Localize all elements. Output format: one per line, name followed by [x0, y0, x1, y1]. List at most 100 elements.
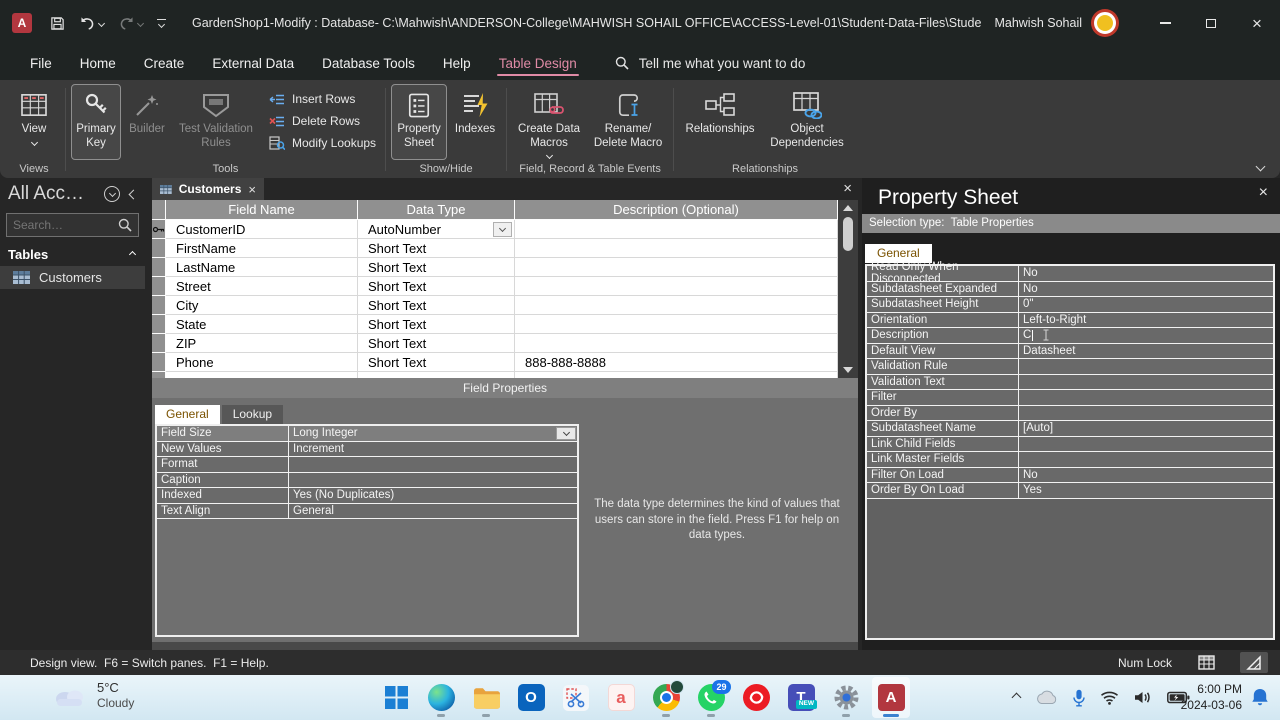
- field-name-cell[interactable]: LastName: [166, 258, 358, 277]
- close-document-button[interactable]: ×: [843, 180, 852, 197]
- view-button[interactable]: View: [8, 84, 60, 160]
- chrome-taskbar-button[interactable]: [647, 677, 685, 718]
- property-value[interactable]: [1019, 375, 1273, 390]
- tab-customers[interactable]: Customers ×: [152, 178, 264, 200]
- property-value[interactable]: Yes: [1019, 483, 1273, 499]
- data-type-cell[interactable]: Short Text: [358, 258, 515, 277]
- description-cell[interactable]: [515, 239, 838, 258]
- edge-taskbar-button[interactable]: [422, 677, 460, 718]
- close-tab-icon[interactable]: ×: [248, 182, 256, 197]
- row-selector[interactable]: [152, 220, 166, 239]
- data-type-cell[interactable]: Short Text: [358, 296, 515, 315]
- data-type-cell[interactable]: Short Text: [358, 277, 515, 296]
- property-label[interactable]: Validation Rule: [867, 359, 1019, 375]
- column-header-description[interactable]: Description (Optional): [515, 200, 838, 220]
- property-value[interactable]: C: [1019, 328, 1273, 344]
- collapse-group-icon[interactable]: [128, 250, 137, 259]
- onedrive-cloud-icon[interactable]: [1035, 690, 1058, 705]
- row-selector[interactable]: [152, 296, 166, 315]
- row-selector[interactable]: [152, 334, 166, 353]
- description-cell[interactable]: [515, 277, 838, 296]
- property-value[interactable]: [1019, 359, 1273, 375]
- indexes-button[interactable]: Indexes: [449, 84, 501, 160]
- tell-me-search[interactable]: Tell me what you want to do: [615, 56, 805, 71]
- view-dropdown-icon[interactable]: [30, 138, 38, 146]
- property-label[interactable]: Subdatasheet Height: [867, 297, 1019, 313]
- data-type-cell[interactable]: Short Text: [358, 334, 515, 353]
- property-label[interactable]: Caption: [157, 472, 289, 488]
- property-value[interactable]: [1019, 390, 1273, 406]
- property-label[interactable]: Text Align: [157, 503, 289, 519]
- property-label[interactable]: Link Child Fields: [867, 436, 1019, 452]
- data-type-dropdown[interactable]: [493, 221, 512, 237]
- property-label[interactable]: Format: [157, 457, 289, 473]
- property-value[interactable]: [1019, 437, 1273, 452]
- tab-create[interactable]: Create: [130, 46, 199, 80]
- tab-table-design[interactable]: Table Design: [485, 46, 591, 80]
- object-dependencies-button[interactable]: Object Dependencies: [763, 84, 851, 160]
- field-name-cell[interactable]: CustomerID: [166, 220, 358, 239]
- property-value[interactable]: Increment: [289, 442, 577, 457]
- volume-icon[interactable]: [1134, 690, 1152, 705]
- column-header-data-type[interactable]: Data Type: [358, 200, 515, 220]
- snipping-tool-taskbar-button[interactable]: [557, 677, 595, 718]
- property-label[interactable]: Description: [867, 328, 1019, 344]
- settings-taskbar-button[interactable]: [827, 677, 865, 718]
- search-input[interactable]: [13, 218, 118, 232]
- property-label[interactable]: Default View: [867, 343, 1019, 359]
- property-value[interactable]: No: [1019, 468, 1273, 483]
- description-cell[interactable]: 888-888-8888: [515, 353, 838, 372]
- nav-menu-icon[interactable]: [104, 186, 120, 202]
- tab-file[interactable]: File: [16, 46, 66, 80]
- grid-vertical-scrollbar[interactable]: [838, 200, 858, 378]
- data-type-cell[interactable]: Short Text: [358, 239, 515, 258]
- property-value[interactable]: Datasheet: [1019, 344, 1273, 359]
- field-name-cell[interactable]: ZIP: [166, 334, 358, 353]
- property-value[interactable]: No: [1019, 266, 1273, 282]
- datasheet-view-button[interactable]: [1192, 652, 1220, 673]
- column-header-field-name[interactable]: Field Name: [166, 200, 358, 220]
- create-data-macros-dropdown-icon[interactable]: [545, 151, 553, 159]
- file-explorer-taskbar-button[interactable]: [467, 677, 505, 718]
- description-cell[interactable]: [515, 334, 838, 353]
- row-selector[interactable]: [152, 277, 166, 296]
- property-value[interactable]: [289, 457, 577, 473]
- shutter-bar-collapse-icon[interactable]: [128, 189, 139, 199]
- property-value[interactable]: [Auto]: [1019, 421, 1273, 437]
- relationships-button[interactable]: Relationships: [679, 84, 761, 160]
- description-cell[interactable]: [515, 315, 838, 334]
- property-label[interactable]: Subdatasheet Name: [867, 421, 1019, 437]
- user-avatar[interactable]: [1094, 12, 1116, 34]
- property-value[interactable]: [289, 473, 577, 488]
- nav-item-customers[interactable]: Customers: [0, 266, 145, 289]
- teams-taskbar-button[interactable]: T NEW: [782, 677, 820, 718]
- minimize-button[interactable]: [1142, 0, 1188, 46]
- nav-search-box[interactable]: [6, 213, 139, 237]
- data-type-cell[interactable]: AutoNumber: [358, 220, 515, 239]
- tray-overflow-icon[interactable]: [1011, 692, 1022, 703]
- user-name[interactable]: Mahwish Sohail: [994, 16, 1082, 30]
- row-selector[interactable]: [152, 258, 166, 277]
- collapse-ribbon-button[interactable]: [1255, 161, 1266, 172]
- property-dropdown[interactable]: [556, 426, 576, 440]
- field-name-cell[interactable]: Phone: [166, 353, 358, 372]
- weather-widget[interactable]: 5°C Cloudy: [52, 680, 134, 711]
- property-label[interactable]: Filter On Load: [867, 467, 1019, 483]
- nav-group-tables[interactable]: Tables: [0, 237, 145, 266]
- redo-button[interactable]: [118, 16, 145, 30]
- field-name-cell[interactable]: Street: [166, 277, 358, 296]
- create-data-macros-button[interactable]: Create Data Macros: [512, 84, 586, 160]
- property-label[interactable]: Order By On Load: [867, 483, 1019, 499]
- field-name-cell[interactable]: FirstName: [166, 239, 358, 258]
- tab-external-data[interactable]: External Data: [198, 46, 308, 80]
- property-sheet-button[interactable]: Property Sheet: [391, 84, 448, 160]
- delete-rows-button[interactable]: Delete Rows: [269, 114, 376, 128]
- row-selector[interactable]: [152, 315, 166, 334]
- access-taskbar-button[interactable]: A: [872, 677, 910, 718]
- property-label[interactable]: Orientation: [867, 312, 1019, 328]
- scroll-down-icon[interactable]: [843, 367, 853, 373]
- tab-help[interactable]: Help: [429, 46, 485, 80]
- property-value[interactable]: Long Integer: [289, 426, 577, 442]
- description-cell[interactable]: [515, 296, 838, 315]
- close-property-sheet-icon[interactable]: ×: [1259, 184, 1268, 202]
